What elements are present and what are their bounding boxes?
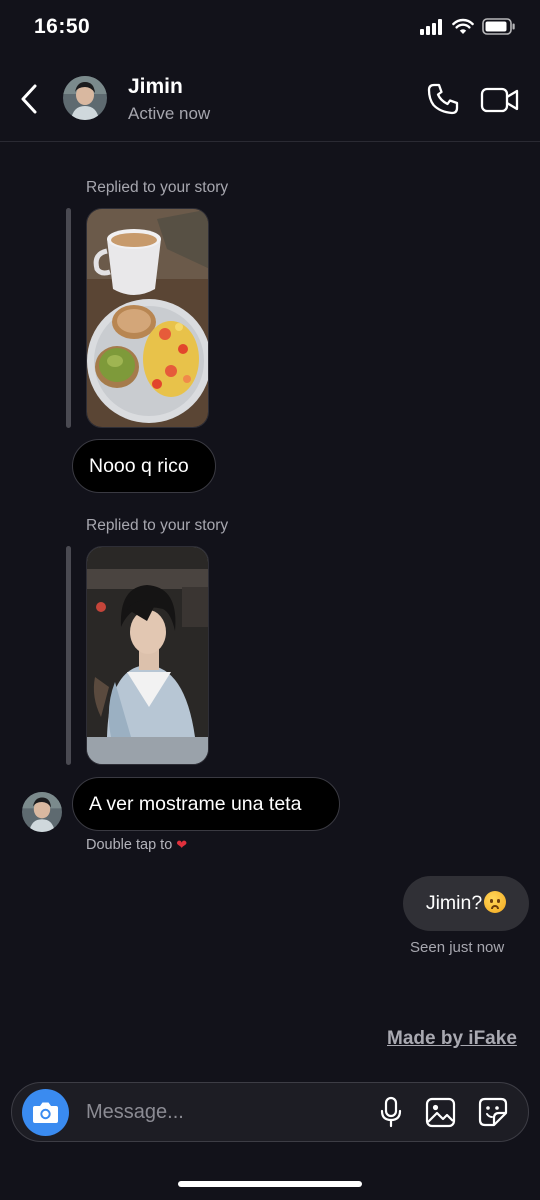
outgoing-message-bubble[interactable]: Jimin? (403, 876, 529, 931)
incoming-message-bubble[interactable]: A ver mostrame una teta (72, 777, 340, 831)
heart-icon: ❤ (176, 837, 188, 852)
reply-quote-bar (66, 546, 71, 765)
video-call-icon[interactable] (480, 85, 520, 115)
camera-button[interactable] (22, 1089, 69, 1136)
back-arrow-icon[interactable] (16, 82, 44, 116)
double-tap-hint: Double tap to ❤ (86, 837, 187, 853)
incoming-message-bubble[interactable]: Nooo q rico (72, 439, 216, 493)
outgoing-message-text: Jimin? (425, 892, 483, 914)
phone-call-icon[interactable] (426, 82, 460, 116)
home-indicator[interactable] (178, 1181, 362, 1187)
reply-quote-bar (66, 208, 71, 428)
sticker-icon[interactable] (478, 1097, 508, 1127)
reply-label: Replied to your story (86, 179, 229, 196)
chat-header: Jimin Active now (0, 58, 540, 142)
status-icons (420, 18, 516, 35)
reply-label: Replied to your story (86, 517, 229, 534)
frowning-face-icon (484, 891, 507, 913)
contact-status: Active now (128, 104, 211, 123)
status-time: 16:50 (34, 15, 91, 38)
status-bar: 16:50 (0, 0, 540, 58)
camera-icon (33, 1102, 58, 1123)
story-thumbnail-breakfast[interactable] (86, 208, 209, 428)
double-tap-label: Double tap to (86, 837, 173, 853)
made-by-watermark[interactable]: Made by iFake (387, 1028, 517, 1050)
microphone-icon[interactable] (379, 1096, 403, 1128)
battery-icon (482, 18, 515, 35)
message-composer (11, 1082, 529, 1142)
wifi-icon (452, 18, 474, 34)
seen-receipt: Seen just now (410, 939, 505, 956)
contact-avatar[interactable] (63, 76, 107, 120)
story-thumbnail-person[interactable] (86, 546, 209, 765)
contact-name[interactable]: Jimin (128, 75, 183, 99)
sender-avatar[interactable] (22, 792, 62, 832)
gallery-icon[interactable] (425, 1097, 456, 1128)
cellular-signal-icon (420, 18, 442, 35)
message-input[interactable] (86, 1093, 366, 1131)
